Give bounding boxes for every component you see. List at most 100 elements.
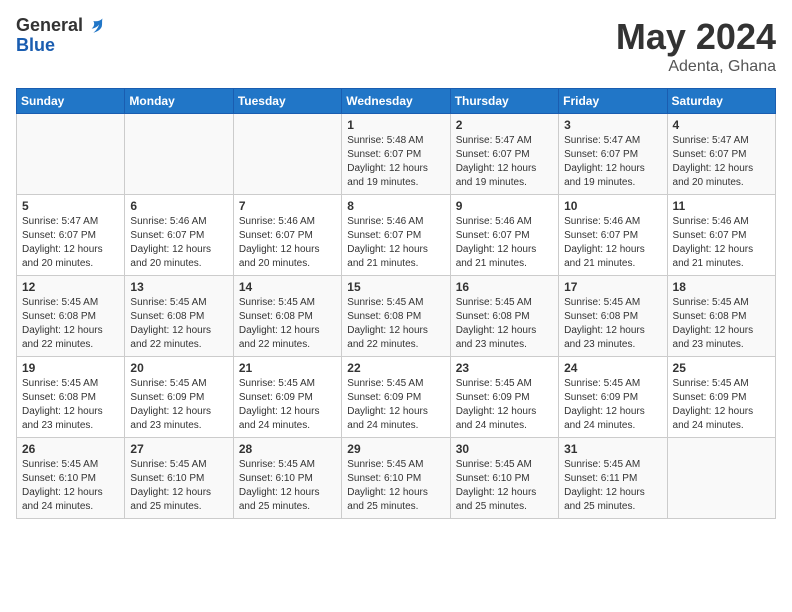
day-info: Sunrise: 5:45 AM Sunset: 6:10 PM Dayligh… <box>22 458 119 514</box>
calendar-cell: 14 Sunrise: 5:45 AM Sunset: 6:08 PM Dayli… <box>233 276 341 357</box>
header-day-wednesday: Wednesday <box>342 89 450 114</box>
day-info: Sunrise: 5:45 AM Sunset: 6:09 PM Dayligh… <box>130 377 227 433</box>
calendar-cell <box>233 114 341 195</box>
day-number: 14 <box>239 280 336 294</box>
day-info: Sunrise: 5:46 AM Sunset: 6:07 PM Dayligh… <box>564 215 661 271</box>
calendar-cell: 22Sunrise: 5:45 AM Sunset: 6:09 PM Dayli… <box>342 357 450 438</box>
calendar-week-1: 1 Sunrise: 5:48 AM Sunset: 6:07 PM Daylig… <box>17 114 776 195</box>
calendar-cell: 10 Sunrise: 5:46 AM Sunset: 6:07 PM Dayli… <box>559 195 667 276</box>
title-block: May 2024 Adenta, Ghana <box>616 16 776 76</box>
day-info: Sunrise: 5:45 AM Sunset: 6:11 PM Dayligh… <box>564 458 661 514</box>
calendar-cell: 26 Sunrise: 5:45 AM Sunset: 6:10 PM Dayli… <box>17 438 125 519</box>
day-number: 8 <box>347 199 444 213</box>
day-number: 17 <box>564 280 661 294</box>
calendar-cell: 30 Sunrise: 5:45 AM Sunset: 6:10 PM Dayli… <box>450 438 558 519</box>
day-info: Sunrise: 5:46 AM Sunset: 6:07 PM Dayligh… <box>130 215 227 271</box>
calendar-cell: 7 Sunrise: 5:46 AM Sunset: 6:07 PM Daylig… <box>233 195 341 276</box>
logo-general-text: General <box>16 16 83 36</box>
calendar-cell <box>667 438 775 519</box>
day-info: Sunrise: 5:46 AM Sunset: 6:07 PM Dayligh… <box>456 215 553 271</box>
day-number: 28 <box>239 442 336 456</box>
calendar-cell: 27Sunrise: 5:45 AM Sunset: 6:10 PM Dayli… <box>125 438 233 519</box>
day-number: 19 <box>22 361 119 375</box>
calendar-cell: 12 Sunrise: 5:45 AM Sunset: 6:08 PM Dayli… <box>17 276 125 357</box>
day-info: Sunrise: 5:47 AM Sunset: 6:07 PM Dayligh… <box>564 134 661 190</box>
day-info: Sunrise: 5:45 AM Sunset: 6:10 PM Dayligh… <box>239 458 336 514</box>
calendar-cell: 1 Sunrise: 5:48 AM Sunset: 6:07 PM Daylig… <box>342 114 450 195</box>
day-number: 13 <box>130 280 227 294</box>
header-day-monday: Monday <box>125 89 233 114</box>
calendar-cell: 20 Sunrise: 5:45 AM Sunset: 6:09 PM Dayli… <box>125 357 233 438</box>
day-info: Sunrise: 5:45 AM Sunset: 6:09 PM Dayligh… <box>347 377 444 433</box>
day-number: 26 <box>22 442 119 456</box>
calendar-cell <box>17 114 125 195</box>
day-number: 1 <box>347 118 444 132</box>
day-info: Sunrise: 5:47 AM Sunset: 6:07 PM Dayligh… <box>22 215 119 271</box>
day-number: 16 <box>456 280 553 294</box>
day-number: 23 <box>456 361 553 375</box>
calendar-cell: 21 Sunrise: 5:45 AM Sunset: 6:09 PM Dayli… <box>233 357 341 438</box>
day-number: 10 <box>564 199 661 213</box>
calendar-cell: 5 Sunrise: 5:47 AM Sunset: 6:07 PM Daylig… <box>17 195 125 276</box>
day-info: Sunrise: 5:45 AM Sunset: 6:08 PM Dayligh… <box>347 296 444 352</box>
header-day-tuesday: Tuesday <box>233 89 341 114</box>
calendar-cell: 19 Sunrise: 5:45 AM Sunset: 6:08 PM Dayli… <box>17 357 125 438</box>
calendar-cell: 9Sunrise: 5:46 AM Sunset: 6:07 PM Daylig… <box>450 195 558 276</box>
calendar-cell: 2 Sunrise: 5:47 AM Sunset: 6:07 PM Daylig… <box>450 114 558 195</box>
day-number: 7 <box>239 199 336 213</box>
calendar-cell: 29 Sunrise: 5:45 AM Sunset: 6:10 PM Dayli… <box>342 438 450 519</box>
day-info: Sunrise: 5:46 AM Sunset: 6:07 PM Dayligh… <box>673 215 770 271</box>
calendar-cell: 11Sunrise: 5:46 AM Sunset: 6:07 PM Dayli… <box>667 195 775 276</box>
day-number: 20 <box>130 361 227 375</box>
header-day-saturday: Saturday <box>667 89 775 114</box>
calendar-header-row: SundayMondayTuesdayWednesdayThursdayFrid… <box>17 89 776 114</box>
day-info: Sunrise: 5:45 AM Sunset: 6:08 PM Dayligh… <box>130 296 227 352</box>
month-year-title: May 2024 <box>616 16 776 58</box>
day-info: Sunrise: 5:47 AM Sunset: 6:07 PM Dayligh… <box>456 134 553 190</box>
location-subtitle: Adenta, Ghana <box>616 58 776 76</box>
calendar-cell: 23 Sunrise: 5:45 AM Sunset: 6:09 PM Dayli… <box>450 357 558 438</box>
day-number: 15 <box>347 280 444 294</box>
calendar-cell: 3 Sunrise: 5:47 AM Sunset: 6:07 PM Daylig… <box>559 114 667 195</box>
day-number: 30 <box>456 442 553 456</box>
day-number: 6 <box>130 199 227 213</box>
day-info: Sunrise: 5:45 AM Sunset: 6:08 PM Dayligh… <box>22 377 119 433</box>
day-info: Sunrise: 5:45 AM Sunset: 6:08 PM Dayligh… <box>673 296 770 352</box>
day-info: Sunrise: 5:45 AM Sunset: 6:08 PM Dayligh… <box>456 296 553 352</box>
day-number: 24 <box>564 361 661 375</box>
day-info: Sunrise: 5:45 AM Sunset: 6:09 PM Dayligh… <box>456 377 553 433</box>
day-number: 27 <box>130 442 227 456</box>
day-info: Sunrise: 5:46 AM Sunset: 6:07 PM Dayligh… <box>239 215 336 271</box>
day-info: Sunrise: 5:45 AM Sunset: 6:08 PM Dayligh… <box>22 296 119 352</box>
calendar-cell: 18Sunrise: 5:45 AM Sunset: 6:08 PM Dayli… <box>667 276 775 357</box>
day-number: 4 <box>673 118 770 132</box>
day-info: Sunrise: 5:45 AM Sunset: 6:10 PM Dayligh… <box>347 458 444 514</box>
day-info: Sunrise: 5:45 AM Sunset: 6:10 PM Dayligh… <box>456 458 553 514</box>
day-number: 5 <box>22 199 119 213</box>
calendar-week-5: 26 Sunrise: 5:45 AM Sunset: 6:10 PM Dayli… <box>17 438 776 519</box>
day-number: 3 <box>564 118 661 132</box>
day-number: 25 <box>673 361 770 375</box>
calendar-week-4: 19 Sunrise: 5:45 AM Sunset: 6:08 PM Dayli… <box>17 357 776 438</box>
logo: General Blue <box>16 16 105 56</box>
day-info: Sunrise: 5:48 AM Sunset: 6:07 PM Dayligh… <box>347 134 444 190</box>
calendar-cell: 13 Sunrise: 5:45 AM Sunset: 6:08 PM Dayli… <box>125 276 233 357</box>
day-number: 21 <box>239 361 336 375</box>
header-day-sunday: Sunday <box>17 89 125 114</box>
day-number: 31 <box>564 442 661 456</box>
calendar-cell: 16 Sunrise: 5:45 AM Sunset: 6:08 PM Dayli… <box>450 276 558 357</box>
calendar-week-3: 12 Sunrise: 5:45 AM Sunset: 6:08 PM Dayli… <box>17 276 776 357</box>
calendar-cell: 31 Sunrise: 5:45 AM Sunset: 6:11 PM Dayli… <box>559 438 667 519</box>
logo-blue-text: Blue <box>16 36 105 56</box>
calendar-cell: 28 Sunrise: 5:45 AM Sunset: 6:10 PM Dayli… <box>233 438 341 519</box>
day-number: 2 <box>456 118 553 132</box>
calendar-cell: 8Sunrise: 5:46 AM Sunset: 6:07 PM Daylig… <box>342 195 450 276</box>
day-info: Sunrise: 5:45 AM Sunset: 6:08 PM Dayligh… <box>564 296 661 352</box>
header-day-thursday: Thursday <box>450 89 558 114</box>
day-info: Sunrise: 5:45 AM Sunset: 6:08 PM Dayligh… <box>239 296 336 352</box>
day-info: Sunrise: 5:45 AM Sunset: 6:09 PM Dayligh… <box>239 377 336 433</box>
day-number: 29 <box>347 442 444 456</box>
calendar-cell: 25Sunrise: 5:45 AM Sunset: 6:09 PM Dayli… <box>667 357 775 438</box>
day-number: 12 <box>22 280 119 294</box>
calendar-week-2: 5 Sunrise: 5:47 AM Sunset: 6:07 PM Daylig… <box>17 195 776 276</box>
